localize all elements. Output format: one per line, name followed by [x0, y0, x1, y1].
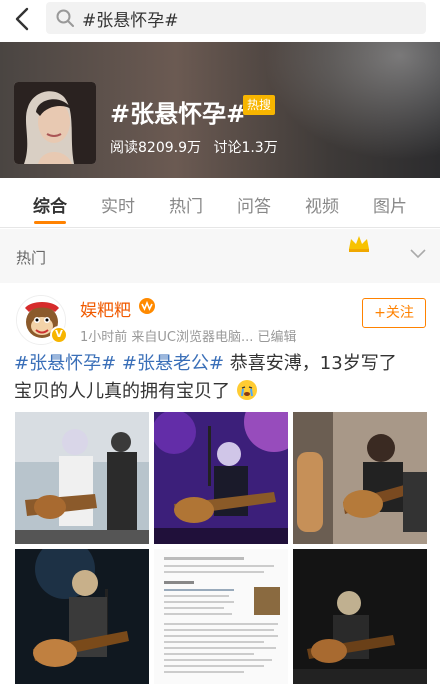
tab-video[interactable]: 视频 [305, 192, 339, 217]
crown-icon [349, 236, 369, 252]
topic-header: #张悬怀孕# 热搜 阅读8209.9万 讨论1.3万 [0, 42, 440, 178]
tab-qa[interactable]: 问答 [237, 192, 271, 217]
search-input[interactable]: #张悬怀孕# [46, 2, 426, 34]
active-tab-indicator [34, 221, 66, 224]
back-arrow-icon[interactable] [10, 6, 36, 32]
hashtag-link[interactable]: #张悬老公# [122, 353, 224, 374]
search-icon [56, 9, 74, 27]
hashtag-link[interactable]: #张悬怀孕# [14, 353, 116, 374]
search-query: #张悬怀孕# [82, 11, 179, 31]
post-body: #张悬怀孕# #张悬老公# 恭喜安溥，13岁写了 宝贝的人儿真的拥有宝贝了 [14, 350, 428, 406]
follow-button[interactable]: +关注 [362, 298, 426, 328]
top-search-bar: #张悬怀孕# [0, 0, 440, 42]
tab-bar: 综合 实时 热门 问答 视频 图片 [0, 178, 440, 228]
chevron-down-icon[interactable] [410, 249, 426, 259]
tab-images[interactable]: 图片 [373, 192, 407, 217]
topic-title: #张悬怀孕# [110, 100, 247, 128]
tab-comprehensive[interactable]: 综合 [33, 192, 67, 217]
post-image-5[interactable] [154, 549, 288, 684]
tab-realtime[interactable]: 实时 [101, 192, 135, 217]
post-image-4[interactable] [15, 549, 149, 684]
post-image-3[interactable] [293, 412, 427, 544]
tab-hot[interactable]: 热门 [169, 192, 203, 217]
post-text-line2: 宝贝的人儿真的拥有宝贝了 [14, 381, 230, 402]
username[interactable]: 娱粑粑 [80, 296, 131, 321]
post-text-line1: 恭喜安溥，13岁写了 [224, 353, 397, 374]
post-image-6[interactable] [293, 549, 427, 684]
section-bar[interactable]: 热门 [0, 229, 440, 283]
crying-emoji-icon [236, 380, 257, 400]
discussion-count: 讨论1.3万 [213, 140, 278, 156]
post-image-2[interactable] [154, 412, 288, 544]
section-label: 热门 [16, 249, 47, 267]
topic-stats: 阅读8209.9万 讨论1.3万 [110, 137, 286, 157]
topic-avatar [14, 82, 96, 164]
hot-badge: 热搜 [243, 95, 275, 115]
post-meta: 1小时前 来自UC浏览器电脑... 已编辑 [80, 330, 297, 345]
post-image-1[interactable] [15, 412, 149, 544]
vip-crown-icon [139, 298, 155, 314]
verified-badge-icon: V [50, 326, 68, 344]
read-count: 阅读8209.9万 [110, 140, 201, 156]
